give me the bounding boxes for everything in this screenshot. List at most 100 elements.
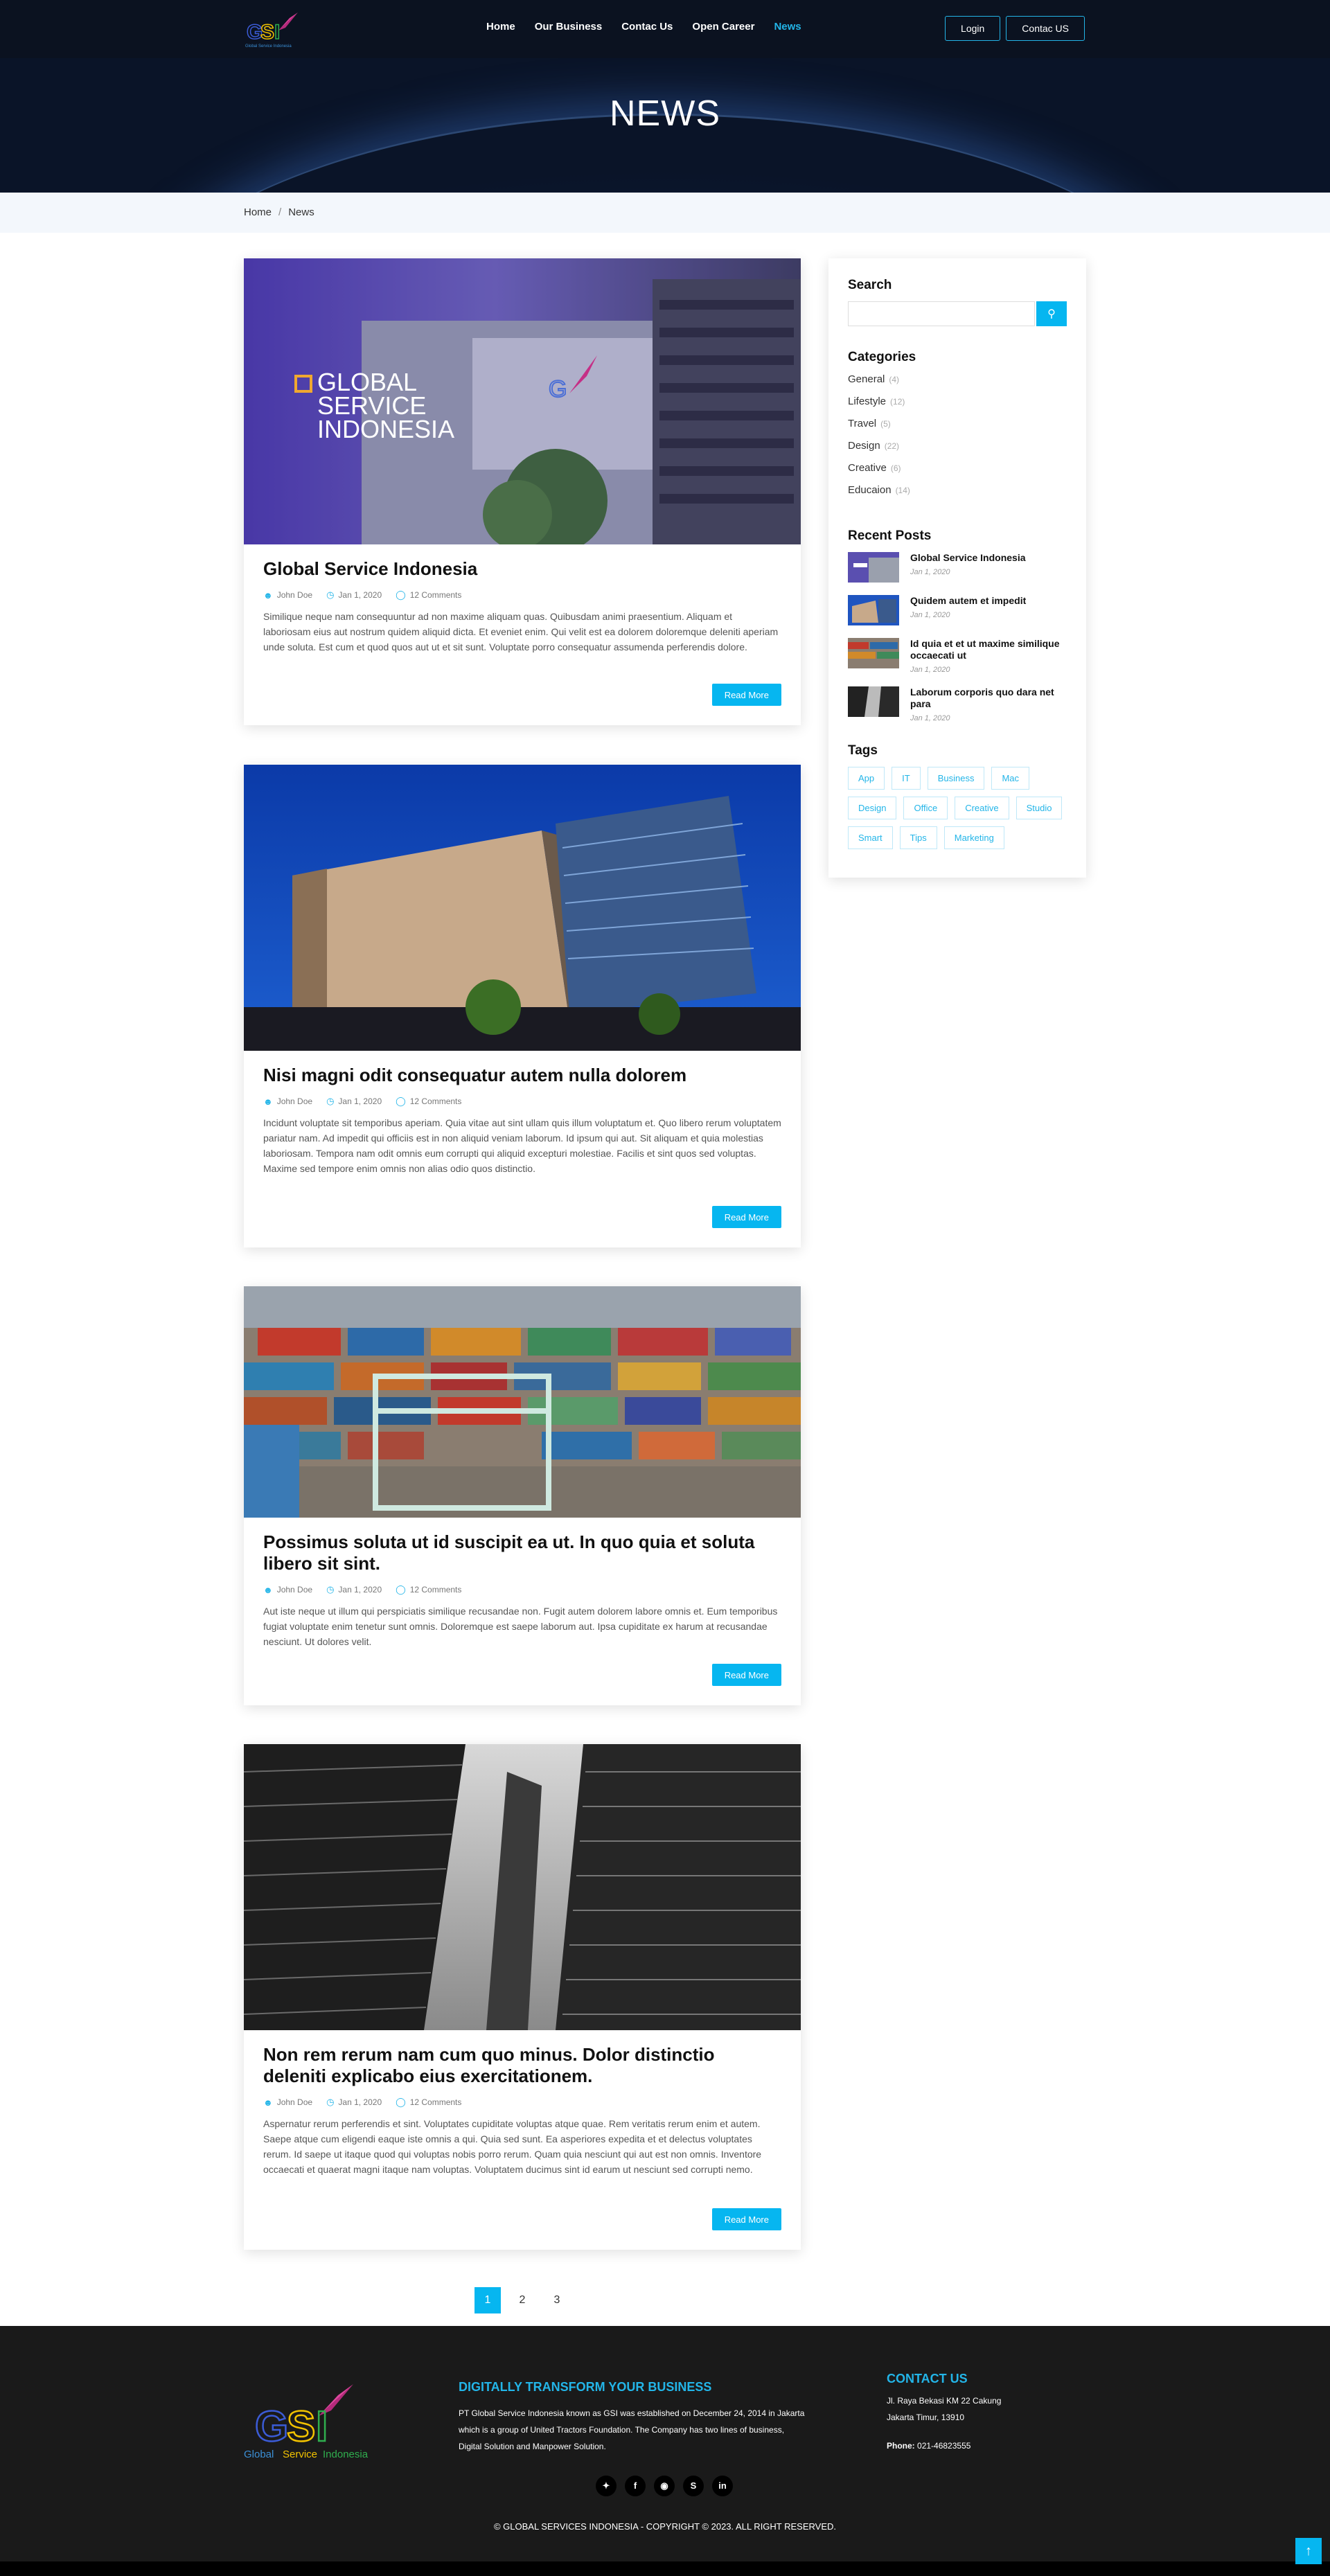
post-title[interactable]: Nisi magni odit consequatur autem nulla …	[263, 1065, 781, 1086]
nav-news[interactable]: News	[774, 21, 801, 33]
recent-post-thumbnail[interactable]	[848, 686, 899, 717]
post-excerpt: Similique neque nam consequuntur ad non …	[263, 611, 779, 652]
post-date[interactable]: Jan 1, 2020	[338, 1585, 382, 1595]
tag[interactable]: IT	[892, 767, 921, 790]
recent-post-thumbnail[interactable]	[848, 638, 899, 668]
read-more-button[interactable]: Read More	[711, 1664, 781, 1686]
category-name[interactable]: Travel	[848, 418, 876, 429]
category-name[interactable]: Educaion	[848, 484, 892, 496]
tag[interactable]: Office	[903, 797, 948, 819]
recent-post-title[interactable]: Laborum corporis quo dara net para	[910, 686, 1067, 710]
post-comments[interactable]: 12 Comments	[410, 1585, 462, 1595]
search-input[interactable]	[848, 301, 1035, 326]
post-author[interactable]: John Doe	[277, 1096, 312, 1106]
recent-post[interactable]: Id quia et et ut maxime similique occaec…	[848, 638, 1067, 674]
nav-our-business[interactable]: Our Business	[535, 21, 603, 33]
post-author[interactable]: John Doe	[277, 1585, 312, 1595]
linkedin-icon[interactable]: in	[712, 2476, 733, 2496]
facebook-icon[interactable]: f	[625, 2476, 646, 2496]
category-item[interactable]: Educaion (14)	[848, 484, 1067, 506]
tag[interactable]: App	[848, 767, 885, 790]
post-image[interactable]	[244, 765, 801, 1051]
breadcrumb: Home / News	[0, 193, 1330, 233]
post-title[interactable]: Possimus soluta ut id suscipit ea ut. In…	[263, 1531, 781, 1574]
recent-post[interactable]: Global Service Indonesia Jan 1, 2020	[848, 552, 1067, 583]
svg-text:I: I	[316, 2403, 328, 2451]
phone-label: Phone:	[887, 2441, 915, 2451]
social-links: ✦ f ◉ S in	[596, 2476, 733, 2496]
post-date[interactable]: Jan 1, 2020	[338, 2097, 382, 2107]
post-image[interactable]	[244, 1286, 801, 1518]
footer-logo[interactable]: G S I Global Service Indonesia	[242, 2374, 374, 2461]
footer-logo-text-1: Global	[244, 2449, 274, 2460]
category-item[interactable]: Lifestyle (12)	[848, 396, 1067, 418]
svg-text:Global Service Indonesia: Global Service Indonesia	[245, 44, 292, 48]
breadcrumb-home[interactable]: Home	[244, 206, 272, 218]
page-link-3[interactable]: 3	[544, 2287, 570, 2313]
copyright: © GLOBAL SERVICES INDONESIA - COPYRIGHT …	[493, 2521, 837, 2532]
recent-post-thumbnail[interactable]	[848, 552, 899, 583]
gsi-logo[interactable]: G S I Global Service Indonesia	[244, 10, 306, 50]
page-link-2[interactable]: 2	[509, 2287, 535, 2313]
login-button[interactable]: Login	[945, 16, 1001, 41]
read-more-button[interactable]: Read More	[711, 684, 781, 706]
category-name[interactable]: Creative	[848, 462, 887, 474]
category-name[interactable]: Design	[848, 440, 880, 452]
tag[interactable]: Creative	[955, 797, 1009, 819]
skype-icon[interactable]: S	[683, 2476, 704, 2496]
post-meta: ☻ John Doe ◷ Jan 1, 2020 ◯ 12 Comments	[263, 1096, 781, 1107]
recent-post[interactable]: Laborum corporis quo dara net para Jan 1,…	[848, 686, 1067, 722]
category-name[interactable]: General	[848, 373, 885, 385]
post-author[interactable]: John Doe	[277, 2097, 312, 2107]
post-title[interactable]: Global Service Indonesia	[263, 558, 781, 580]
search-button[interactable]: ⚲	[1036, 301, 1067, 326]
categories-title: Categories	[848, 350, 916, 364]
comment-icon: ◯	[396, 2097, 406, 2107]
breadcrumb-current: News	[288, 206, 314, 218]
tag[interactable]: Tips	[899, 826, 937, 849]
tag[interactable]: Design	[848, 797, 897, 819]
search-icon: ⚲	[1047, 308, 1056, 320]
tag[interactable]: Smart	[848, 826, 893, 849]
category-item[interactable]: Creative (6)	[848, 462, 1067, 484]
tag[interactable]: Marketing	[943, 826, 1004, 849]
category-item[interactable]: Design (22)	[848, 440, 1067, 462]
post-date[interactable]: Jan 1, 2020	[338, 590, 382, 600]
post-excerpt: Incidunt voluptate sit temporibus aperia…	[263, 1117, 781, 1174]
clock-icon: ◷	[326, 1096, 335, 1106]
post-comments[interactable]: 12 Comments	[410, 2097, 462, 2107]
arrow-up-icon: ↑	[1305, 2543, 1312, 2559]
recent-post[interactable]: Quidem autem et impedit Jan 1, 2020	[848, 595, 1067, 625]
post-image[interactable]	[244, 1744, 801, 2030]
nav-home[interactable]: Home	[486, 21, 515, 33]
tag[interactable]: Studio	[1016, 797, 1063, 819]
svg-text:G: G	[255, 2403, 288, 2451]
tag[interactable]: Business	[927, 767, 985, 790]
twitter-icon[interactable]: ✦	[596, 2476, 617, 2496]
clock-icon: ◷	[326, 2097, 335, 2107]
tag[interactable]: Mac	[991, 767, 1030, 790]
post-comments[interactable]: 12 Comments	[410, 1096, 462, 1106]
read-more-button[interactable]: Read More	[711, 2208, 781, 2230]
category-name[interactable]: Lifestyle	[848, 396, 886, 407]
post-image[interactable]: GLOBAL SERVICE INDONESIA G	[244, 258, 801, 544]
back-to-top-button[interactable]: ↑	[1295, 2538, 1322, 2564]
phone-number[interactable]: 021-46823555	[917, 2441, 970, 2451]
read-more-button[interactable]: Read More	[711, 1206, 781, 1228]
post-author[interactable]: John Doe	[277, 590, 312, 600]
page-link-1[interactable]: 1	[475, 2287, 501, 2313]
category-item[interactable]: Travel (5)	[848, 418, 1067, 440]
post-title[interactable]: Non rem rerum nam cum quo minus. Dolor d…	[263, 2044, 781, 2087]
recent-post-title[interactable]: Quidem autem et impedit	[910, 595, 1026, 607]
post-comments[interactable]: 12 Comments	[410, 590, 462, 600]
recent-post-title[interactable]: Global Service Indonesia	[910, 552, 1026, 564]
post-date[interactable]: Jan 1, 2020	[338, 1096, 382, 1106]
recent-post-title[interactable]: Id quia et et ut maxime similique occaec…	[910, 638, 1067, 661]
category-item[interactable]: General (4)	[848, 373, 1067, 396]
recent-post-thumbnail[interactable]	[848, 595, 899, 625]
bottom-bar	[0, 2561, 1330, 2576]
nav-open-career[interactable]: Open Career	[692, 21, 754, 33]
contact-us-button[interactable]: Contac US	[1006, 16, 1085, 41]
nav-contact[interactable]: Contac Us	[621, 21, 673, 33]
instagram-icon[interactable]: ◉	[654, 2476, 675, 2496]
